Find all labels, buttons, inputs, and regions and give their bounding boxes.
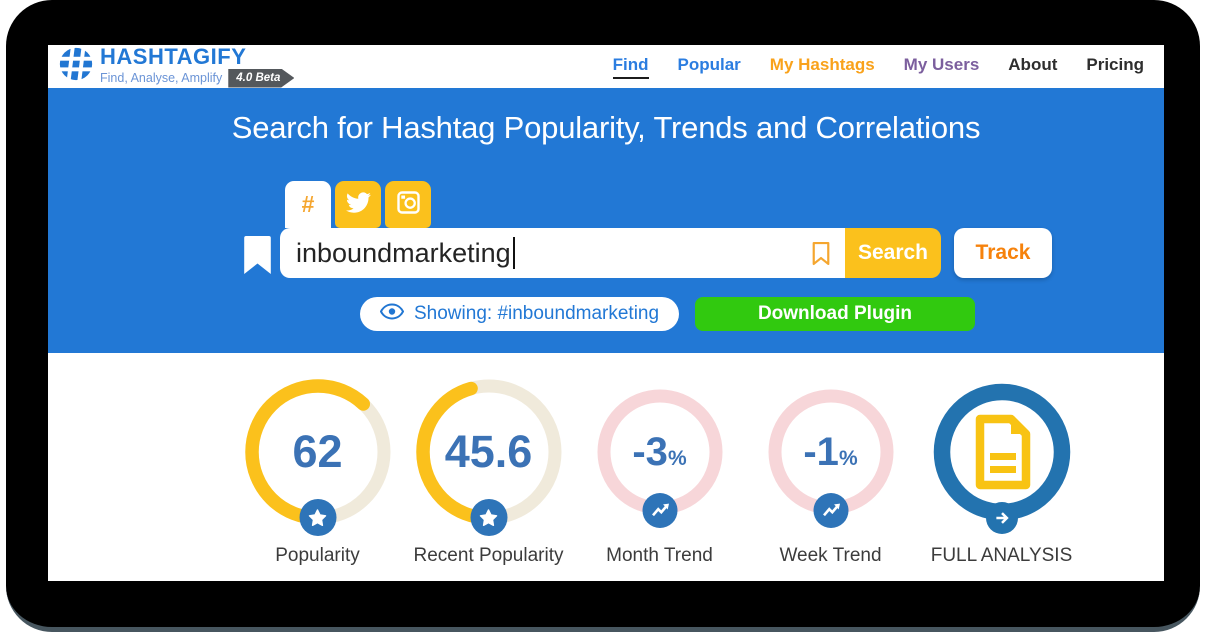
gauge-dial: -1% [758, 379, 904, 525]
bookmark-icon[interactable] [244, 236, 271, 279]
gauge-unit: % [839, 447, 858, 471]
eye-icon [380, 303, 404, 326]
logo[interactable]: HASHTAGIFY Find, Analyse, Amplify 4.0 Be… [58, 46, 294, 88]
tab-hashtag[interactable]: # [285, 181, 331, 228]
brand-name: HASHTAGIFY [100, 46, 294, 68]
twitter-icon [346, 190, 371, 220]
star-icon [470, 499, 507, 536]
search-tabs: # [285, 181, 431, 228]
hero-title: Search for Hashtag Popularity, Trends an… [48, 110, 1164, 146]
gauge-label: FULL ANALYSIS [916, 545, 1087, 567]
bookmark-outline-icon[interactable] [811, 241, 831, 273]
gauges-section: 62 Popularity 45.6 Recent Popularity -3% Mont… [232, 353, 1164, 581]
search-input[interactable]: inboundmarketing [280, 228, 845, 278]
search-query: inboundmarketing [296, 238, 511, 269]
nav-item-my-hashtags[interactable]: My Hashtags [770, 55, 875, 79]
main-nav: Find Popular My Hashtags My Users About Prici… [613, 55, 1144, 79]
instagram-icon [396, 190, 421, 220]
gauge-label: Recent Popularity [403, 545, 574, 567]
logo-subline: Find, Analyse, Amplify 4.0 Beta [100, 69, 294, 88]
gauge-full-analysis[interactable]: FULL ANALYSIS [916, 353, 1087, 581]
version-badge: 4.0 Beta [228, 69, 294, 88]
gauge-label: Week Trend [745, 545, 916, 567]
gauge-dial: -3% [587, 379, 733, 525]
search-row: inboundmarketing Search Track [280, 228, 1052, 278]
hashtagify-logo-icon [58, 47, 94, 86]
logo-text: HASHTAGIFY Find, Analyse, Amplify 4.0 Be… [100, 46, 294, 88]
gauge-dial: 45.6 [416, 379, 562, 525]
showing-text: Showing: #inboundmarketing [414, 303, 659, 325]
app-window: HASHTAGIFY Find, Analyse, Amplify 4.0 Be… [48, 45, 1164, 581]
gauge-label: Month Trend [574, 545, 745, 567]
nav-item-popular[interactable]: Popular [678, 55, 741, 79]
hash-icon: # [302, 191, 315, 218]
nav-item-find[interactable]: Find [613, 55, 649, 79]
showing-pill: Showing: #inboundmarketing [360, 297, 679, 331]
trend-arrow-icon [813, 493, 848, 528]
tab-twitter[interactable] [335, 181, 381, 228]
gauge-week-trend[interactable]: -1% Week Trend [745, 353, 916, 581]
nav-item-my-users[interactable]: My Users [904, 55, 980, 79]
nav-item-about[interactable]: About [1008, 55, 1057, 79]
hero-section: Search for Hashtag Popularity, Trends an… [48, 88, 1164, 353]
search-button[interactable]: Search [845, 228, 941, 278]
arrow-right-icon [986, 502, 1018, 534]
gauge-recent-popularity[interactable]: 45.6 Recent Popularity [403, 353, 574, 581]
page: HASHTAGIFY Find, Analyse, Amplify 4.0 Be… [0, 0, 1214, 632]
nav-item-pricing[interactable]: Pricing [1086, 55, 1144, 79]
track-button[interactable]: Track [954, 228, 1052, 278]
gauge-unit: % [668, 447, 687, 471]
gauge-dial [929, 379, 1075, 525]
tab-instagram[interactable] [385, 181, 431, 228]
download-plugin-button[interactable]: Download Plugin [695, 297, 975, 331]
gauge-popularity[interactable]: 62 Popularity [232, 353, 403, 581]
brand-tagline: Find, Analyse, Amplify [100, 72, 222, 85]
star-icon [299, 499, 336, 536]
gauge-label: Popularity [232, 545, 403, 567]
site-header: HASHTAGIFY Find, Analyse, Amplify 4.0 Be… [48, 45, 1164, 88]
text-caret [513, 237, 515, 269]
gauge-month-trend[interactable]: -3% Month Trend [574, 353, 745, 581]
gauge-dial: 62 [245, 379, 391, 525]
trend-arrow-icon [642, 493, 677, 528]
